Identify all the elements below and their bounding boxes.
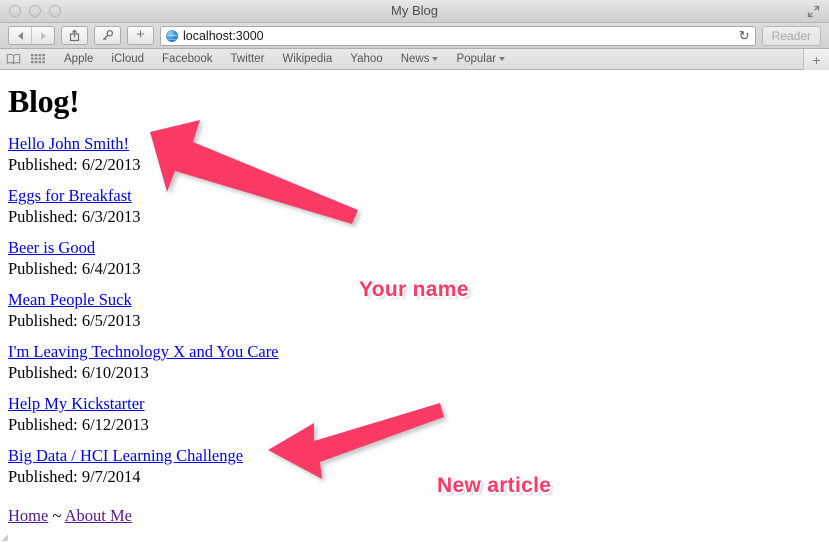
published-date: 6/2/2013 [81,155,141,174]
add-bookmark-button[interactable]: + [803,49,829,70]
page-title: Blog! [8,83,80,119]
post-link[interactable]: Beer is Good [8,238,95,257]
reload-icon[interactable]: ↻ [733,28,750,44]
bookmark-label: Yahoo [350,53,383,65]
post-item: I'm Leaving Technology X and You Care Pu… [8,342,829,383]
post-link[interactable]: I'm Leaving Technology X and You Care [8,342,279,361]
page-viewport: Blog! Hello John Smith! Published: 6/2/2… [0,70,829,542]
published-prefix: Published: [8,311,82,330]
reader-button[interactable]: Reader [761,25,821,46]
chevron-down-icon [499,57,506,61]
browser-toolbar: + localhost:3000 ↻ Reader [0,23,829,49]
address-bar-text: localhost:3000 [183,28,264,43]
fullscreen-icon[interactable] [807,5,820,18]
published-prefix: Published: [8,207,82,226]
key-icon[interactable] [94,26,121,45]
bookmark-label: Facebook [162,53,213,65]
book-sidebar-icon[interactable] [6,53,21,65]
blog-content: Blog! Hello John Smith! Published: 6/2/2… [8,70,829,526]
share-icon[interactable] [61,26,88,45]
post-published: Published: 9/7/2014 [8,467,829,487]
bookmark-label: Twitter [230,53,265,65]
browser-window: My Blog + localhost:3000 ↻ Reader Apple … [0,0,829,543]
grid-top-sites-icon[interactable] [31,53,45,65]
navigation-buttons [8,26,55,45]
published-prefix: Published: [8,155,82,174]
bookmark-apple[interactable]: Apple [55,53,102,65]
post-published: Published: 6/12/2013 [8,415,829,435]
post-item: Hello John Smith! Published: 6/2/2013 [8,134,829,175]
post-link[interactable]: Eggs for Breakfast [8,186,132,205]
bookmark-wikipedia[interactable]: Wikipedia [273,53,341,65]
bookmark-news[interactable]: News [392,53,448,65]
footer-link-about[interactable]: About Me [65,506,132,525]
post-link[interactable]: Big Data / HCI Learning Challenge [8,446,243,465]
post-published: Published: 6/2/2013 [8,155,829,175]
footer-nav: Home ~ About Me [8,506,829,526]
post-item: Beer is Good Published: 6/4/2013 [8,238,829,279]
post-link[interactable]: Hello John Smith! [8,134,129,153]
post-link[interactable]: Mean People Suck [8,290,132,309]
post-item: Help My Kickstarter Published: 6/12/2013 [8,394,829,435]
published-date: 6/3/2013 [81,207,141,226]
bookmark-label: News [400,53,430,65]
published-prefix: Published: [8,259,82,278]
published-prefix: Published: [8,415,82,434]
published-prefix: Published: [8,467,82,486]
bookmark-twitter[interactable]: Twitter [222,53,274,65]
footer-separator: ~ [48,506,65,525]
post-item: Mean People Suck Published: 6/5/2013 [8,290,829,331]
bookmark-label: Apple [64,53,94,65]
post-published: Published: 6/3/2013 [8,207,829,227]
published-date: 6/12/2013 [81,415,149,434]
post-published: Published: 6/5/2013 [8,311,829,331]
bookmark-yahoo[interactable]: Yahoo [341,53,391,65]
post-published: Published: 6/10/2013 [8,363,829,383]
chevron-down-icon [432,57,439,61]
forward-arrow-icon[interactable] [31,27,54,44]
bookmark-label: Popular [456,53,497,65]
bookmark-popular[interactable]: Popular [447,53,514,65]
bookmark-label: iCloud [111,53,145,65]
window-title: My Blog [391,3,438,18]
new-tab-button[interactable]: + [127,26,154,45]
globe-icon [166,29,178,42]
published-prefix: Published: [8,363,82,382]
post-item: Big Data / HCI Learning Challenge Publis… [8,446,829,487]
published-date: 9/7/2014 [81,467,141,486]
resize-grip[interactable]: ◢ [1,533,9,542]
post-link[interactable]: Help My Kickstarter [8,394,145,413]
bookmark-label: Wikipedia [282,53,333,65]
bookmarks-bar: Apple iCloud Facebook Twitter Wikipedia … [0,49,829,70]
title-bar: My Blog [0,0,829,23]
post-published: Published: 6/4/2013 [8,259,829,279]
bookmark-icloud[interactable]: iCloud [102,53,153,65]
bookmark-facebook[interactable]: Facebook [153,53,222,65]
post-item: Eggs for Breakfast Published: 6/3/2013 [8,186,829,227]
published-date: 6/10/2013 [81,363,149,382]
footer-link-home[interactable]: Home [8,506,48,525]
published-date: 6/4/2013 [81,259,141,278]
published-date: 6/5/2013 [81,311,141,330]
address-bar[interactable]: localhost:3000 ↻ [160,25,756,46]
back-arrow-icon[interactable] [9,27,31,44]
